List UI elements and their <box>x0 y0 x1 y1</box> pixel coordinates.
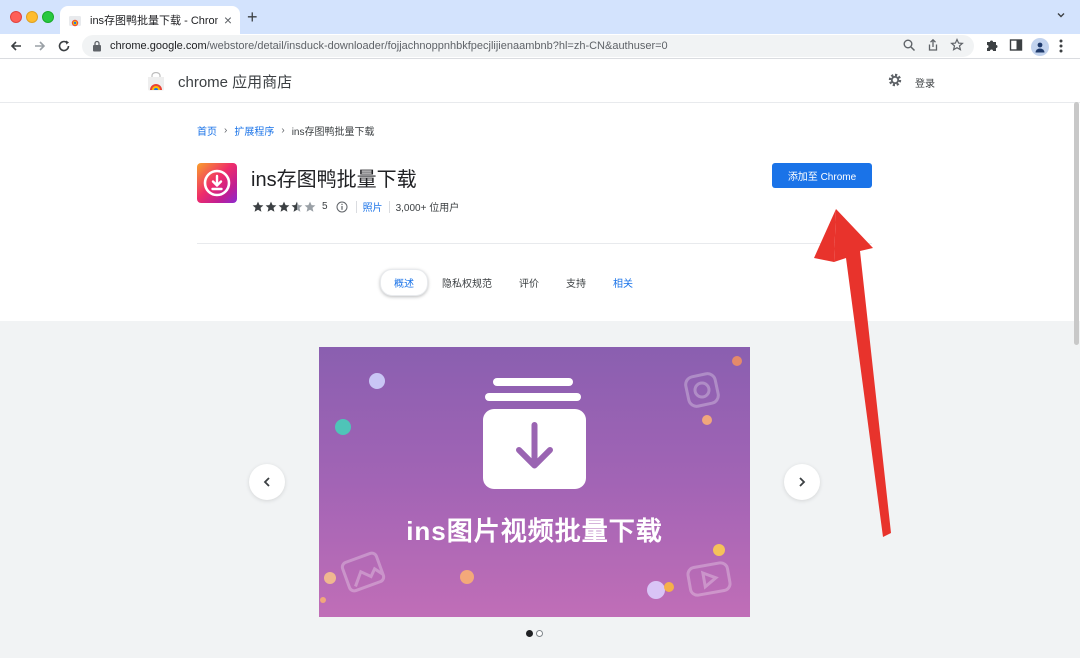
bookmark-star-icon[interactable] <box>950 38 964 52</box>
extensions-button[interactable] <box>985 38 999 52</box>
gallery-dot[interactable] <box>536 630 543 637</box>
divider <box>355 200 357 213</box>
new-tab-button[interactable]: + <box>247 8 258 26</box>
tab-related[interactable]: 相关 <box>600 270 646 295</box>
decor-sphere <box>732 356 742 366</box>
window-close-button[interactable] <box>10 11 22 23</box>
tab-close-icon[interactable]: × <box>224 13 232 27</box>
breadcrumb: 首页 › 扩展程序 › ins存图鸭批量下载 <box>197 123 374 138</box>
browser-tab-strip: ins存图鸭批量下载 - Chrome 应 × + <box>0 0 1080 34</box>
browser-menu-button[interactable] <box>1058 38 1064 54</box>
store-title[interactable]: chrome 应用商店 <box>178 71 292 92</box>
webstore-favicon-icon <box>69 16 81 27</box>
star-full-icon <box>278 201 290 212</box>
decor-sphere <box>324 572 336 584</box>
gallery-slide: ins图片视频批量下载 <box>319 347 750 617</box>
decor-sphere <box>460 570 474 584</box>
decor-sphere <box>335 419 351 435</box>
star-half-icon <box>291 201 303 212</box>
tray-bar <box>485 393 581 401</box>
webstore-logo-icon[interactable] <box>146 72 166 92</box>
rating-count[interactable]: 5 <box>322 201 328 212</box>
user-count: 3,000+ 位用户 <box>395 203 460 214</box>
share-icon[interactable] <box>926 38 940 52</box>
side-panel-button[interactable] <box>1009 38 1023 52</box>
url-text: chrome.google.com/webstore/detail/insduc… <box>110 40 668 52</box>
gallery-dot-active[interactable] <box>526 630 533 637</box>
star-empty-icon <box>304 201 316 212</box>
tab-privacy[interactable]: 隐私权规范 <box>429 270 505 295</box>
slide-illustration <box>320 356 742 603</box>
kebab-menu-icon <box>1059 39 1063 53</box>
info-icon[interactable] <box>336 201 348 213</box>
back-arrow-icon <box>10 41 21 51</box>
breadcrumb-home[interactable]: 首页 <box>197 123 217 138</box>
divider <box>388 200 390 213</box>
download-circle-icon <box>203 169 231 197</box>
chevron-left-icon <box>263 477 270 487</box>
extension-logo <box>197 163 237 203</box>
add-to-chrome-button[interactable]: 添加至 Chrome <box>772 163 872 188</box>
decor-sphere <box>647 581 665 599</box>
section-divider <box>197 243 872 244</box>
breadcrumb-chevron-icon: › <box>224 125 228 136</box>
breadcrumb-extensions[interactable]: 扩展程序 <box>234 123 274 138</box>
address-bar[interactable]: chrome.google.com/webstore/detail/insduc… <box>82 35 974 57</box>
lock-icon <box>93 40 101 52</box>
gear-icon[interactable] <box>887 72 903 88</box>
reload-button[interactable] <box>56 38 72 54</box>
image-outline-icon <box>340 551 386 593</box>
url-path: /webstore/detail/insduck-downloader/fojj… <box>206 40 668 52</box>
gallery-prev-button[interactable] <box>249 464 285 500</box>
zoom-search-icon[interactable] <box>902 38 916 52</box>
decor-sphere <box>369 373 385 389</box>
browser-toolbar: chrome.google.com/webstore/detail/insduc… <box>0 34 1080 58</box>
window-minimize-button[interactable] <box>26 11 38 23</box>
tab-overview[interactable]: 概述 <box>380 268 428 296</box>
video-outline-icon <box>686 561 732 597</box>
gallery-next-button[interactable] <box>784 464 820 500</box>
star-rating <box>252 201 316 213</box>
window-zoom-button[interactable] <box>42 11 54 23</box>
store-header: chrome 应用商店 登录 <box>0 59 1080 103</box>
profile-avatar-button[interactable] <box>1031 38 1049 56</box>
tab-reviews[interactable]: 评价 <box>506 270 552 295</box>
browser-tab-active[interactable]: ins存图鸭批量下载 - Chrome 应 × <box>60 6 240 34</box>
extension-name: ins存图鸭批量下载 <box>251 169 417 191</box>
gallery-pagination <box>526 630 543 637</box>
side-panel-icon <box>1009 39 1023 51</box>
tab-title: ins存图鸭批量下载 - Chrome 应 <box>90 15 218 27</box>
tab-support[interactable]: 支持 <box>553 270 599 295</box>
slide-caption: ins图片视频批量下载 <box>406 516 663 546</box>
forward-button[interactable] <box>32 38 48 54</box>
reload-icon <box>58 40 70 52</box>
back-button[interactable] <box>8 38 24 54</box>
url-host: chrome.google.com <box>110 40 207 52</box>
decor-sphere <box>702 415 712 425</box>
avatar <box>1031 38 1049 56</box>
forward-arrow-icon <box>35 41 46 51</box>
decor-sphere <box>320 597 326 603</box>
page-tabs: 概述 隐私权规范 评价 支持 相关 <box>380 268 647 296</box>
tab-search-chevron-icon[interactable] <box>1056 10 1066 20</box>
breadcrumb-chevron-icon: › <box>281 125 285 136</box>
instagram-outline-icon <box>684 372 720 408</box>
person-icon <box>1035 42 1045 53</box>
tray-bar <box>493 378 573 386</box>
breadcrumb-current: ins存图鸭批量下载 <box>291 127 375 138</box>
category-link[interactable]: 照片 <box>363 199 383 214</box>
star-full-icon <box>252 201 264 212</box>
scrollbar-thumb[interactable] <box>1074 102 1079 345</box>
puzzle-extensions-icon <box>987 40 998 51</box>
signin-link[interactable]: 登录 <box>915 75 935 90</box>
star-full-icon <box>265 201 277 212</box>
decor-sphere <box>664 582 674 592</box>
chevron-right-icon <box>799 477 806 487</box>
rating-row: 5 照片 3,000+ 位用户 <box>252 199 459 214</box>
